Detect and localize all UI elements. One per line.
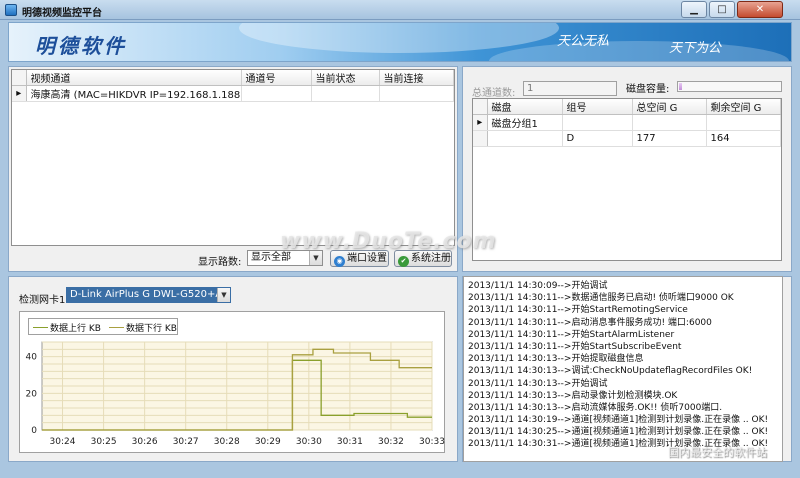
total-space-cell[interactable]: 177	[632, 130, 707, 147]
table-row[interactable]: D 177 164	[473, 130, 781, 147]
minimize-button[interactable]: ▁	[681, 1, 707, 18]
disk-capacity-label: 磁盘容量:	[626, 84, 670, 95]
log-line: 2013/11/1 14:30:11-->开始StartSubscribeEve…	[468, 341, 682, 352]
channel-no-cell[interactable]	[241, 85, 312, 102]
disk-grid[interactable]: 磁盘 组号 总空间 G 剩余空间 G ▸ 磁盘分组1 D 177 164	[472, 98, 782, 261]
x-tick-label: 30:31	[337, 437, 363, 447]
total-channels-field[interactable]: 1	[523, 81, 617, 96]
total-space-cell[interactable]	[632, 114, 707, 131]
log-line: 2013/11/1 14:30:11-->开始StartAlarmListene…	[468, 329, 675, 340]
table-row[interactable]: ▸ 海康高清 (MAC=HIKDVR IP=192.168.1.188...	[12, 85, 454, 102]
log-line: 2013/11/1 14:30:11-->数据通信服务已启动! 侦听端口9000…	[468, 293, 734, 304]
x-tick-label: 30:33	[419, 437, 445, 447]
title-bar: 明德视频监控平台 ▁ □ ✕	[0, 0, 800, 20]
y-tick-label: 0	[31, 426, 37, 436]
disk-cell[interactable]	[487, 130, 563, 147]
log-line: 2013/11/1 14:30:09-->开始调试	[468, 281, 608, 291]
disk-capacity-fill	[679, 83, 683, 90]
x-tick-label: 30:29	[255, 437, 281, 447]
log-line: 2013/11/1 14:30:25-->通道[视频通道1]检测到计划录像.正在…	[468, 427, 769, 438]
free-space-cell[interactable]: 164	[706, 130, 781, 147]
nic-label: 检测网卡1	[19, 295, 66, 306]
row-selector-icon: ▸	[473, 114, 488, 131]
x-tick-label: 30:27	[173, 437, 199, 447]
log-line: 2013/11/1 14:30:11-->开始StartRemotingServ…	[468, 305, 688, 316]
banner-wave-decoration	[239, 23, 559, 53]
x-tick-label: 30:28	[214, 437, 240, 447]
column-header[interactable]: 视频通道	[26, 70, 242, 86]
system-register-icon: ✔	[398, 256, 409, 267]
watermark-corner-text: 国内最安全的软件站	[668, 446, 767, 459]
column-header[interactable]: 剩余空间 G	[706, 99, 781, 115]
disk-cell[interactable]: 磁盘分组1	[487, 114, 563, 131]
x-tick-label: 30:25	[91, 437, 117, 447]
channel-status-cell[interactable]	[311, 85, 380, 102]
group-cell[interactable]: D	[562, 130, 633, 147]
total-channels-label: 总通道数:	[472, 88, 516, 99]
column-header[interactable]: 磁盘	[487, 99, 563, 115]
column-header[interactable]: 当前状态	[311, 70, 380, 86]
column-header[interactable]: 组号	[562, 99, 633, 115]
y-tick-label: 40	[26, 353, 38, 363]
table-row[interactable]: ▸ 磁盘分组1	[473, 114, 781, 131]
legend-swatch-download	[109, 327, 124, 328]
nic-select[interactable]: D-Link AirPlus G DWL-G520+A Wire ▼	[66, 287, 231, 303]
column-header[interactable]: 总空间 G	[632, 99, 707, 115]
row-header-corner	[473, 99, 488, 115]
log-output[interactable]: 2013/11/1 14:30:09-->开始调试 2013/11/1 14:30…	[463, 276, 783, 462]
banner-slogan-1: 天公无私	[557, 34, 610, 49]
y-tick-label: 20	[26, 389, 38, 399]
nic-value: D-Link AirPlus G DWL-G520+A Wire	[70, 289, 231, 300]
x-tick-label: 30:26	[132, 437, 158, 447]
chevron-down-icon[interactable]: ▼	[217, 288, 230, 302]
column-header[interactable]: 通道号	[241, 70, 312, 86]
free-space-cell[interactable]	[706, 114, 781, 131]
legend-swatch-upload	[33, 327, 48, 328]
maximize-button[interactable]: □	[709, 1, 735, 18]
x-tick-label: 30:30	[296, 437, 322, 447]
banner-wave-decoration	[489, 41, 789, 61]
chart-legend: 数据上行 KB 数据下行 KB	[28, 318, 178, 335]
port-settings-label: 端口设置	[347, 253, 387, 264]
watermark-text: www.DuoTe.com	[280, 229, 497, 254]
log-line: 2013/11/1 14:30:13-->开始提取磁盘信息	[468, 354, 644, 365]
log-line: 2013/11/1 14:30:13-->调试:CheckNoUpdatefla…	[468, 366, 753, 377]
channel-name-cell[interactable]: 海康高清 (MAC=HIKDVR IP=192.168.1.188...	[26, 85, 242, 102]
banner: 明德软件 天公无私 天下为公	[8, 22, 792, 62]
window-title: 明德视频监控平台	[22, 8, 102, 19]
channel-grid[interactable]: 视频通道 通道号 当前状态 当前连接 ▸ 海康高清 (MAC=HIKDVR IP…	[11, 69, 455, 246]
channel-connection-cell[interactable]	[379, 85, 454, 102]
column-header[interactable]: 当前连接	[379, 70, 454, 86]
app-icon	[5, 4, 17, 16]
banner-slogan-2: 天下为公	[669, 41, 722, 56]
disk-capacity-progress	[677, 81, 782, 92]
row-selector-icon	[473, 130, 488, 147]
banner-title: 明德软件	[35, 34, 127, 58]
display-count-label: 显示路数:	[198, 257, 242, 268]
log-line: 2013/11/1 14:30:19-->通道[视频通道1]检测到计划录像.正在…	[468, 415, 769, 426]
close-button[interactable]: ✕	[737, 1, 783, 18]
legend-label-upload: 数据上行 KB	[50, 324, 101, 334]
port-settings-icon: ◉	[334, 256, 345, 267]
x-tick-label: 30:32	[378, 437, 404, 447]
log-line: 2013/11/1 14:30:13-->开始调试	[468, 378, 608, 389]
system-register-label: 系统注册	[411, 253, 451, 264]
row-header-corner	[12, 70, 27, 86]
legend-label-download: 数据下行 KB	[126, 324, 177, 334]
log-line: 2013/11/1 14:30:13-->启动录像计划检测模块.OK	[468, 390, 678, 401]
group-cell[interactable]	[562, 114, 633, 131]
log-line: 2013/11/1 14:30:13-->启动流媒体服务.OK!! 侦听7000…	[468, 402, 723, 413]
x-tick-label: 30:24	[50, 437, 76, 447]
row-selector-icon: ▸	[12, 85, 27, 102]
log-line: 2013/11/1 14:30:11-->启动消息事件服务成功! 端口:6000	[468, 317, 712, 328]
